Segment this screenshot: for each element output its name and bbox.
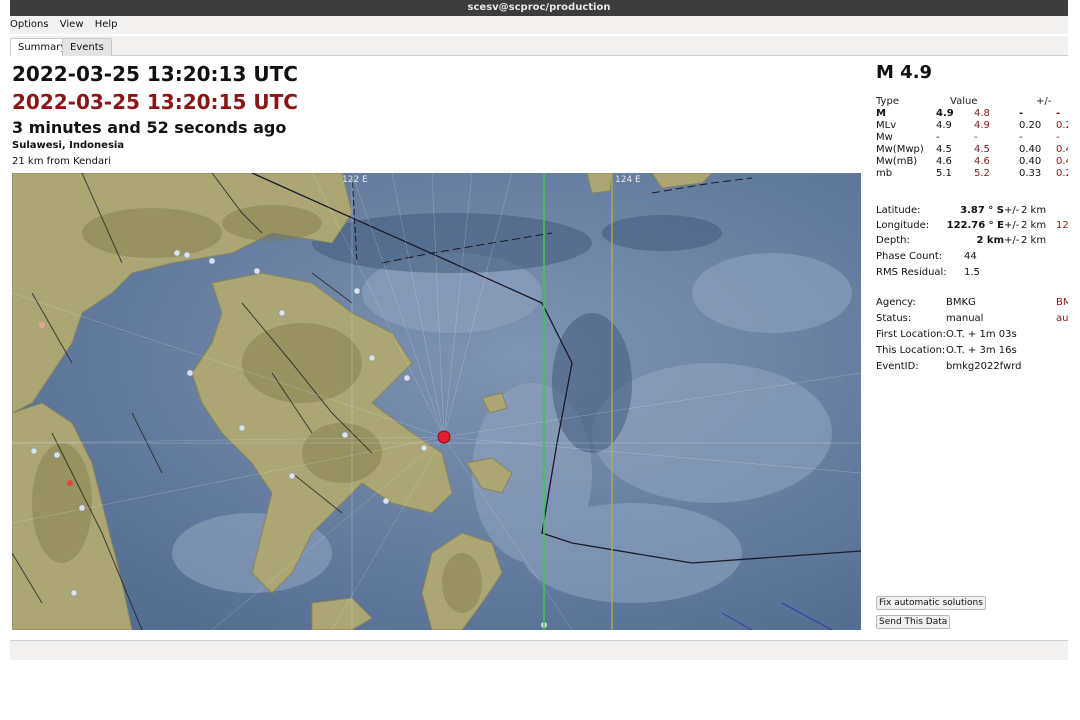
magnitude-row[interactable]: mb 5.1 5.2 0.33 0.2	[876, 168, 1068, 180]
map-canvas: 122 E 124 E	[12, 173, 861, 630]
magnitude-header: Type Value +/-	[876, 96, 1068, 108]
this-location-value: O.T. + 3m 16s	[946, 345, 1017, 356]
send-this-data-button[interactable]: Send This Data	[876, 615, 951, 629]
magnitude-row[interactable]: M 4.9 4.8 - -	[876, 108, 1068, 120]
depth-value: 2 km	[976, 235, 1004, 246]
first-location-row: First Location: O.T. + 1m 03s	[876, 329, 1017, 340]
phase-count-value: 44	[964, 251, 977, 262]
app-window: scesv@scproc/production Options View Hel…	[10, 0, 1068, 660]
header-uncertainty: +/-	[1036, 96, 1052, 107]
grid-label-124e: 124 E	[615, 175, 641, 185]
status-row: Status: manual au	[876, 313, 1068, 324]
menu-view[interactable]: View	[60, 16, 84, 34]
station-marker-alert	[39, 322, 45, 328]
latitude-row: Latitude: 3.87 ° S +/- 2 km	[876, 205, 1047, 216]
longitude-row: Longitude: 122.76 ° E +/- 2 km 12	[876, 220, 1068, 231]
summary-panel: 2022-03-25 13:20:13 UTC 2022-03-25 13:20…	[10, 56, 1068, 640]
magnitude-row[interactable]: MLv 4.9 4.9 0.20 0.2	[876, 120, 1068, 132]
nearest-city: 21 km from Kendari	[12, 156, 111, 167]
status-bar	[10, 640, 1068, 660]
menu-bar: Options View Help	[10, 16, 1068, 34]
tab-bar: Summary Events	[10, 36, 1068, 57]
magnitude-row[interactable]: Mw - - - -	[876, 132, 1068, 144]
grid-label-122e: 122 E	[342, 175, 368, 185]
station-marker-alert	[67, 480, 73, 486]
first-location-value: O.T. + 1m 03s	[946, 329, 1017, 340]
status-value: manual	[946, 313, 984, 324]
phase-count-row: Phase Count: 44	[876, 251, 977, 262]
menu-help[interactable]: Help	[95, 16, 118, 34]
event-id-row: EventID: bmkg2022fwrd	[876, 361, 1022, 372]
depth-row: Depth: 2 km +/- 2 km	[876, 235, 1047, 246]
magnitude-title: M 4.9	[876, 62, 933, 83]
menu-options[interactable]: Options	[10, 16, 49, 34]
agency-row: Agency: BMKG BM	[876, 297, 1068, 308]
this-location-row: This Location: O.T. + 3m 16s	[876, 345, 1017, 356]
latitude-value: 3.87 ° S	[960, 205, 1004, 216]
origin-time: 2022-03-25 13:20:13 UTC	[12, 62, 298, 86]
elapsed-time: 3 minutes and 52 seconds ago	[12, 118, 287, 137]
event-id-value: bmkg2022fwrd	[946, 361, 1022, 372]
rms-row: RMS Residual: 1.5	[876, 267, 980, 278]
magnitude-row[interactable]: Mw(mB) 4.6 4.6 0.40 0.4	[876, 156, 1068, 168]
agency-value: BMKG	[946, 297, 976, 308]
region-name: Sulawesi, Indonesia	[12, 140, 125, 151]
epicenter-marker[interactable]	[437, 430, 451, 444]
longitude-value: 122.76 ° E	[946, 220, 1004, 231]
info-panel: M 4.9 Type Value +/- M 4.9 4.8 - - MLv 4…	[876, 56, 1068, 640]
current-time: 2022-03-25 13:20:15 UTC	[12, 90, 298, 114]
fix-automatic-solutions-button[interactable]: Fix automatic solutions	[876, 596, 986, 610]
tab-events[interactable]: Events	[62, 38, 112, 56]
header-type: Type	[876, 96, 899, 107]
header-value: Value	[950, 96, 978, 107]
event-map[interactable]: 122 E 124 E	[12, 173, 861, 630]
rms-value: 1.5	[964, 267, 980, 278]
window-title: scesv@scproc/production	[10, 0, 1068, 16]
magnitude-row[interactable]: Mw(Mwp) 4.5 4.5 0.40 0.4	[876, 144, 1068, 156]
